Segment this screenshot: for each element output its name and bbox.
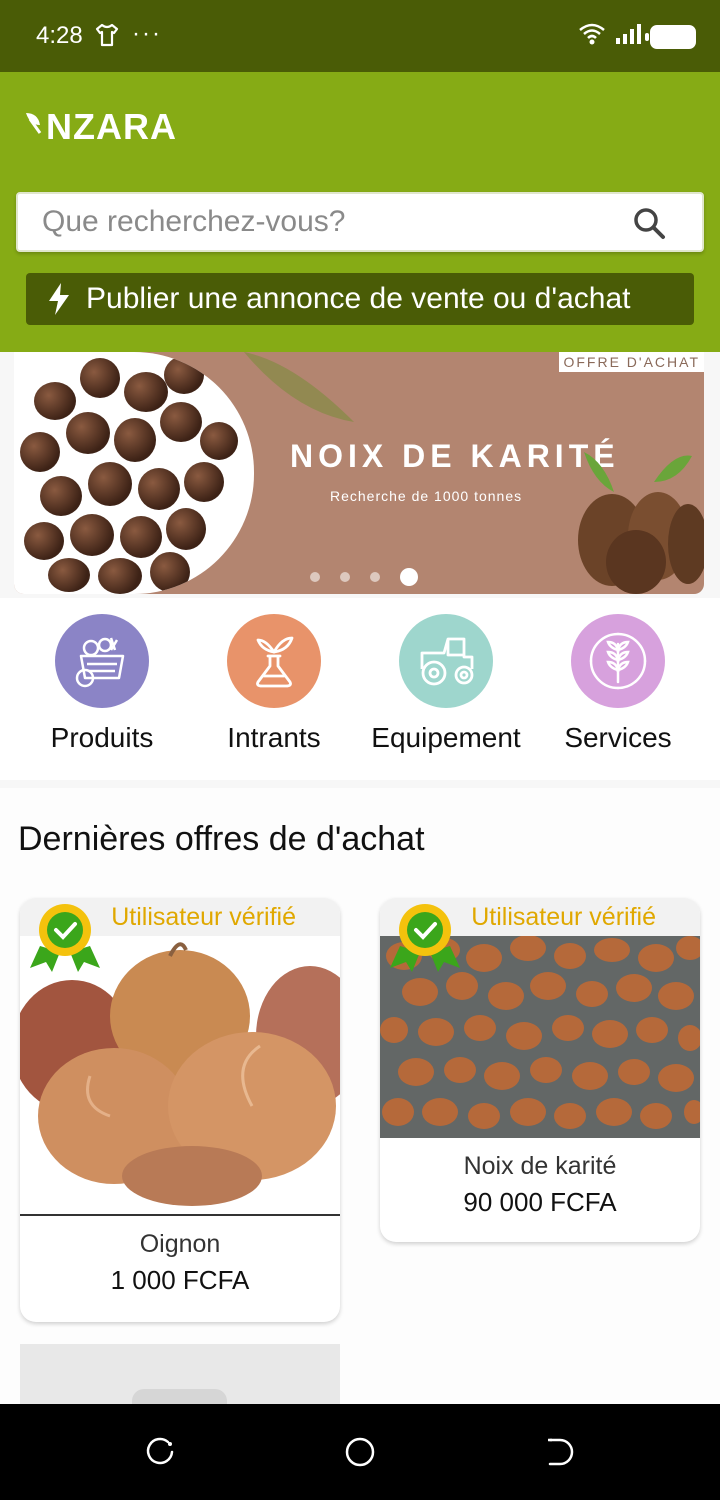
offer-price: 90 000 FCFA — [463, 1187, 617, 1217]
onion-image — [20, 936, 340, 1216]
latest-offers-section: Dernières offres de d'achat Utilisateur … — [0, 788, 720, 1419]
category-label: Equipement — [371, 722, 521, 753]
app-logo[interactable]: NZARA — [24, 106, 177, 148]
verified-medal-icon — [390, 902, 460, 977]
flask-sprout-icon — [227, 614, 321, 708]
status-icons — [578, 22, 696, 51]
app-header: NZARA Publier une annonce de vente ou d'… — [0, 72, 720, 352]
category-intrants[interactable]: Intrants — [188, 614, 360, 754]
lightning-icon — [46, 282, 72, 316]
carousel-dot[interactable] — [340, 572, 350, 582]
section-title: Dernières offres de d'achat — [18, 820, 425, 858]
banner-subtitle: Recherche de 1000 tonnes — [330, 488, 523, 504]
banner-title: NOIX DE KARITÉ — [290, 438, 620, 474]
produce-basket-icon — [55, 614, 149, 708]
logo-text: NZARA — [46, 106, 177, 147]
publish-ad-label: Publier une annonce de vente ou d'achat — [86, 282, 631, 315]
tshirt-icon — [94, 22, 120, 53]
category-equipement[interactable]: Equipement — [360, 614, 532, 754]
carousel-dot[interactable] — [310, 572, 320, 582]
carousel-dot-active[interactable] — [400, 568, 418, 586]
publish-ad-button[interactable]: Publier une annonce de vente ou d'achat — [26, 273, 694, 325]
offer-card[interactable]: Utilisateur vérifié Oignon 1 000 FCFA — [20, 898, 340, 1322]
tractor-icon — [399, 614, 493, 708]
category-label: Services — [564, 722, 672, 753]
wheat-cycle-icon — [571, 614, 665, 708]
leaf-logo-icon — [24, 106, 44, 148]
signal-icon — [614, 22, 642, 51]
leaf-decoration — [244, 352, 354, 422]
offer-name: Oignon — [139, 1230, 221, 1258]
battery-icon — [645, 24, 696, 49]
home-icon[interactable] — [344, 1436, 376, 1473]
status-bar: 4:28 ··· — [0, 0, 720, 72]
loading-card-placeholder — [20, 1344, 340, 1419]
recent-apps-icon[interactable] — [144, 1436, 176, 1473]
search-input[interactable] — [42, 194, 622, 250]
promo-banner[interactable]: OFFRE D'ACHAT NOIX DE KARITÉ Recherche d… — [14, 352, 704, 594]
category-label: Intrants — [227, 722, 321, 753]
status-time: 4:28 — [36, 22, 83, 49]
offer-info: Noix de karité 90 000 FCFA — [380, 1138, 700, 1218]
search-bar[interactable] — [16, 192, 704, 252]
offer-info: Oignon 1 000 FCFA — [20, 1216, 340, 1296]
category-produits[interactable]: Produits — [16, 614, 188, 754]
category-services[interactable]: Services — [532, 614, 704, 754]
category-row: Produits Intrants Equipement Services — [0, 598, 720, 780]
offer-card[interactable]: Utilisateur vérifié Noix de karité 90 00… — [380, 898, 700, 1242]
shea-nuts-image — [14, 352, 254, 594]
search-icon[interactable] — [632, 206, 666, 245]
verified-medal-icon — [30, 902, 100, 977]
banner-tag: OFFRE D'ACHAT — [559, 352, 704, 372]
carousel-indicator — [310, 568, 418, 586]
category-label: Produits — [50, 722, 154, 753]
more-notifications-icon: ··· — [132, 20, 162, 47]
wifi-icon — [578, 22, 606, 51]
system-navigation-bar — [0, 1404, 720, 1500]
back-icon[interactable] — [544, 1436, 576, 1473]
offer-price: 1 000 FCFA — [110, 1265, 250, 1295]
offer-name: Noix de karité — [463, 1152, 617, 1180]
shea-fruit-image — [578, 452, 704, 594]
carousel-dot[interactable] — [370, 572, 380, 582]
